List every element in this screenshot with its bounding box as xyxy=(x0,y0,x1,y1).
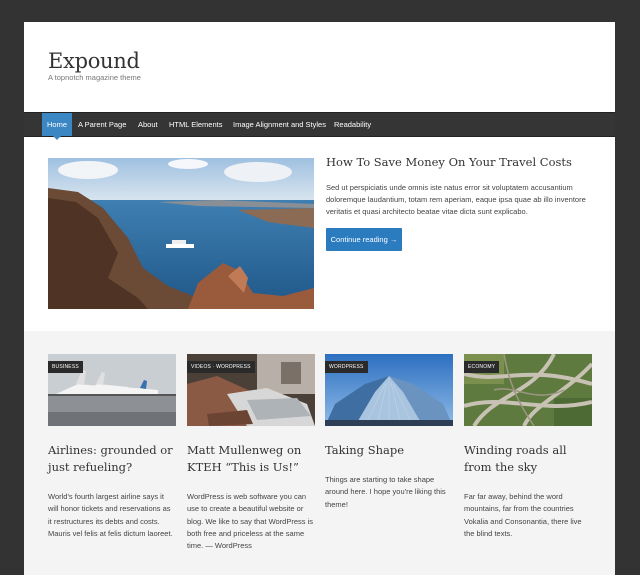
post-title[interactable]: Winding roads all from the sky xyxy=(464,442,592,476)
site-description: A topnotch magazine theme xyxy=(48,73,141,82)
featured-post-title[interactable]: How To Save Money On Your Travel Costs xyxy=(326,155,572,169)
category-tag[interactable]: BUSINESS xyxy=(48,361,83,373)
post-excerpt: Things are starting to take shape around… xyxy=(325,475,446,509)
post-thumbnail[interactable]: WORDPRESS xyxy=(325,354,453,426)
category-tag[interactable]: ECONOMY xyxy=(464,361,500,373)
category-tag[interactable]: WORDPRESS xyxy=(325,361,368,373)
post-excerpt: World's fourth largest airline says it w… xyxy=(48,492,173,538)
site-header: Expound A topnotch magazine theme xyxy=(24,22,615,112)
post-card-matt-mullenweg: VIDEOS · WORDPRESS Matt Mullenweg on KTE… xyxy=(187,354,315,552)
post-title[interactable]: Airlines: grounded or just refueling? xyxy=(48,442,176,476)
post-card-taking-shape: WORDPRESS Taking Shape Things are starti… xyxy=(325,354,453,511)
post-thumbnail[interactable]: BUSINESS xyxy=(48,354,176,426)
page-container: Expound A topnotch magazine theme Home A… xyxy=(24,22,615,575)
nav-item-image-alignment[interactable]: Image Alignment and Styles xyxy=(228,113,331,136)
featured-image[interactable] xyxy=(48,158,314,309)
post-card-airlines: BUSINESS Airlines: grounded or just refu… xyxy=(48,354,176,540)
post-title[interactable]: Matt Mullenweg on KTEH “This is Us!” xyxy=(187,442,315,476)
nav-item-home[interactable]: Home xyxy=(42,113,73,140)
post-title[interactable]: Taking Shape xyxy=(325,442,453,459)
continue-reading-button[interactable]: Continue reading → xyxy=(326,228,402,251)
post-thumbnail[interactable]: VIDEOS · WORDPRESS xyxy=(187,354,315,426)
post-card-winding-roads: ECONOMY Winding roads all from the sky F… xyxy=(464,354,592,540)
category-tag[interactable]: VIDEOS · WORDPRESS xyxy=(187,361,255,373)
nav-item-about[interactable]: About xyxy=(133,113,163,136)
nav-item-html-elements[interactable]: HTML Elements xyxy=(164,113,228,136)
post-excerpt: WordPress is web software you can use to… xyxy=(187,492,314,551)
post-grid: BUSINESS Airlines: grounded or just refu… xyxy=(24,331,615,575)
featured-post-excerpt: Sed ut perspiciatis unde omnis iste natu… xyxy=(326,183,586,216)
main-navigation: Home A Parent Page About HTML Elements I… xyxy=(24,112,615,140)
nav-item-readability[interactable]: Readability xyxy=(329,113,376,136)
site-title[interactable]: Expound xyxy=(48,49,140,73)
nav-item-a-parent-page[interactable]: A Parent Page xyxy=(73,113,131,136)
post-thumbnail[interactable]: ECONOMY xyxy=(464,354,592,426)
post-excerpt: Far far away, behind the word mountains,… xyxy=(464,492,582,538)
